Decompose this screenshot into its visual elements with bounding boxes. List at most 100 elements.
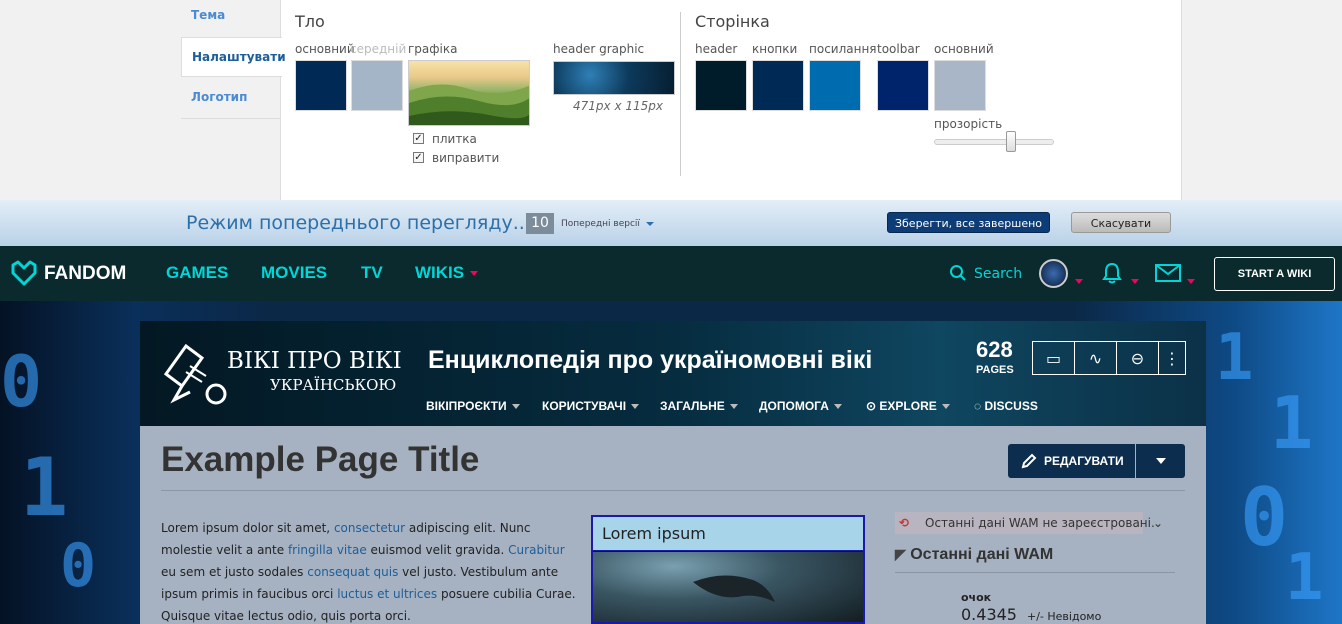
bg-middle-label: середній	[350, 42, 407, 56]
section-divider	[680, 12, 681, 176]
search-icon[interactable]	[949, 264, 967, 282]
wiki-nav-users[interactable]: КОРИСТУВАЧІ	[542, 399, 640, 413]
wiki-nav-explore[interactable]: ⊙ EXPLORE	[866, 399, 950, 413]
page-header-swatch[interactable]	[695, 60, 747, 111]
chevron-down-icon	[470, 271, 479, 277]
header-graphic-label: header graphic	[553, 42, 645, 56]
nav-movies[interactable]: MOVIES	[261, 263, 327, 283]
infobox-title: Lorem ipsum	[593, 517, 863, 551]
opacity-label: прозорість	[934, 117, 1003, 131]
recent-changes-icon[interactable]: ∿	[1075, 342, 1117, 374]
chevron-down-icon: ⌄	[1153, 516, 1164, 530]
wam-score-label: очок	[961, 591, 992, 604]
discuss-icon: ◌	[974, 399, 982, 413]
fandom-heart-icon[interactable]	[10, 259, 38, 287]
start-a-wiki-button[interactable]: START A WIKI	[1214, 257, 1335, 291]
chevron-down-icon	[631, 404, 640, 410]
wiki-nav-general[interactable]: ЗАГАЛЬНЕ	[660, 399, 738, 413]
page-links-swatch[interactable]	[809, 60, 861, 111]
wam-delta: +/- Невідомо	[1027, 610, 1102, 623]
wam-warning[interactable]: ⟲ Останні дані WAM не зареєстровані. ⌄	[895, 512, 1175, 534]
bg-main-label: основний	[295, 42, 355, 56]
wiki-nav-help-label: ДОПОМОГА	[759, 399, 829, 413]
wiki-wordmark-line1: ВІКІ ПРО ВІКІ	[227, 348, 402, 374]
fandom-logo[interactable]: FANDOM	[44, 263, 126, 285]
wam-heading-text: Останні дані WAM	[910, 546, 1054, 563]
chevron-down-icon	[729, 404, 738, 410]
tab-theme[interactable]: Тема	[181, 0, 280, 36]
page-links-label: посилання	[809, 42, 877, 56]
body-link[interactable]: Curabitur	[508, 543, 564, 557]
tile-checkbox[interactable]: ✓	[413, 133, 424, 144]
nav-games[interactable]: GAMES	[166, 263, 228, 283]
preview-mode-title: Режим попереднього перегляду...	[186, 212, 531, 234]
wiki-nav-projects-label: ВІКІПРОЄКТИ	[426, 399, 507, 413]
nav-tv[interactable]: TV	[361, 263, 383, 283]
edit-button[interactable]: РЕДАГУВАТИ	[1008, 444, 1135, 478]
previous-versions-dropdown[interactable]: Попередні версії	[561, 219, 654, 229]
page-main-swatch[interactable]	[934, 60, 986, 111]
wiki-tools: ▭ ∿ ⊖ ⋮	[1032, 341, 1186, 375]
body-link[interactable]: consequat quis	[307, 565, 398, 579]
wam-score: 0.4345	[961, 605, 1017, 624]
chevron-down-icon[interactable]	[1131, 271, 1139, 290]
body-link[interactable]: luctus et ultrices	[337, 587, 437, 601]
body-link[interactable]: consectetur	[334, 521, 405, 535]
add-page-icon[interactable]: ▭	[1033, 342, 1075, 374]
wam-heading: ◤ Останні дані WAM	[895, 546, 1053, 564]
nav-wikis[interactable]: WIKIS	[415, 263, 479, 283]
page-buttons-label: кнопки	[752, 42, 798, 56]
more-icon[interactable]: ⋮	[1159, 342, 1185, 374]
binary-digit: 0	[0, 341, 43, 423]
wiki-title[interactable]: Енциклопедія про україномовні вікі	[428, 346, 872, 375]
wiki-nav-help[interactable]: ДОПОМОГА	[759, 399, 842, 413]
binary-digit: 0	[1240, 471, 1289, 564]
tab-customize[interactable]: Налаштувати	[181, 37, 286, 77]
wiki-nav-discuss[interactable]: ◌ DISCUSS	[974, 399, 1038, 413]
wam-divider	[895, 572, 1175, 573]
opacity-slider-track[interactable]	[934, 139, 1054, 145]
bg-middle-swatch[interactable]	[351, 60, 403, 111]
fix-checkbox[interactable]: ✓	[413, 152, 424, 163]
mail-icon[interactable]	[1155, 264, 1181, 282]
nav-wikis-label: WIKIS	[415, 263, 465, 282]
wiki-nav-projects[interactable]: ВІКІПРОЄКТИ	[426, 399, 520, 413]
page-title: Example Page Title	[161, 440, 480, 479]
avatar[interactable]	[1039, 259, 1068, 288]
chevron-down-icon	[645, 221, 654, 226]
infobox-image[interactable]	[593, 552, 863, 622]
explore-icon: ⊙	[866, 399, 877, 413]
discussions-icon[interactable]: ⊖	[1117, 342, 1159, 374]
chevron-down-icon[interactable]	[1187, 271, 1195, 290]
bg-graphic-label: графіка	[408, 42, 458, 56]
edit-dropdown-button[interactable]	[1136, 444, 1185, 478]
opacity-slider-handle[interactable]	[1006, 131, 1016, 152]
wam-warning-text: Останні дані WAM не зареєстровані.	[925, 516, 1155, 530]
search-label[interactable]: Search	[974, 266, 1022, 282]
theme-designer: Тема Налаштувати Логотип Тло основний се…	[0, 0, 1342, 200]
designer-tabs: Тема Налаштувати Логотип	[181, 0, 286, 200]
page-buttons-swatch[interactable]	[752, 60, 804, 111]
wiki-nav-users-label: КОРИСТУВАЧІ	[542, 399, 627, 413]
body-link[interactable]: fringilla vitae	[288, 543, 367, 557]
tab-separator	[181, 118, 280, 119]
nav-tv-label: TV	[361, 263, 383, 282]
chevron-down-icon	[833, 404, 842, 410]
nav-movies-label: MOVIES	[261, 263, 328, 282]
bell-icon[interactable]	[1102, 262, 1122, 284]
tab-logo[interactable]: Логотип	[181, 78, 280, 118]
save-button[interactable]: Зберегти, все завершено	[887, 212, 1050, 233]
wiki-nav-general-label: ЗАГАЛЬНЕ	[660, 399, 725, 413]
bg-main-swatch[interactable]	[295, 60, 347, 111]
chevron-down-icon[interactable]	[1075, 271, 1083, 290]
landscape-image	[409, 84, 529, 125]
bg-graphic-thumbnail[interactable]	[408, 60, 530, 126]
infobox: Lorem ipsum	[591, 515, 865, 624]
binary-digit: 1	[20, 441, 69, 534]
revision-count: 10	[526, 213, 554, 234]
header-graphic-thumbnail[interactable]	[553, 61, 675, 95]
cancel-button[interactable]: Скасувати	[1071, 212, 1171, 233]
nav-games-label: GAMES	[166, 263, 229, 282]
page-toolbar-swatch[interactable]	[877, 60, 929, 111]
wiki-nav-explore-label: EXPLORE	[879, 399, 937, 413]
